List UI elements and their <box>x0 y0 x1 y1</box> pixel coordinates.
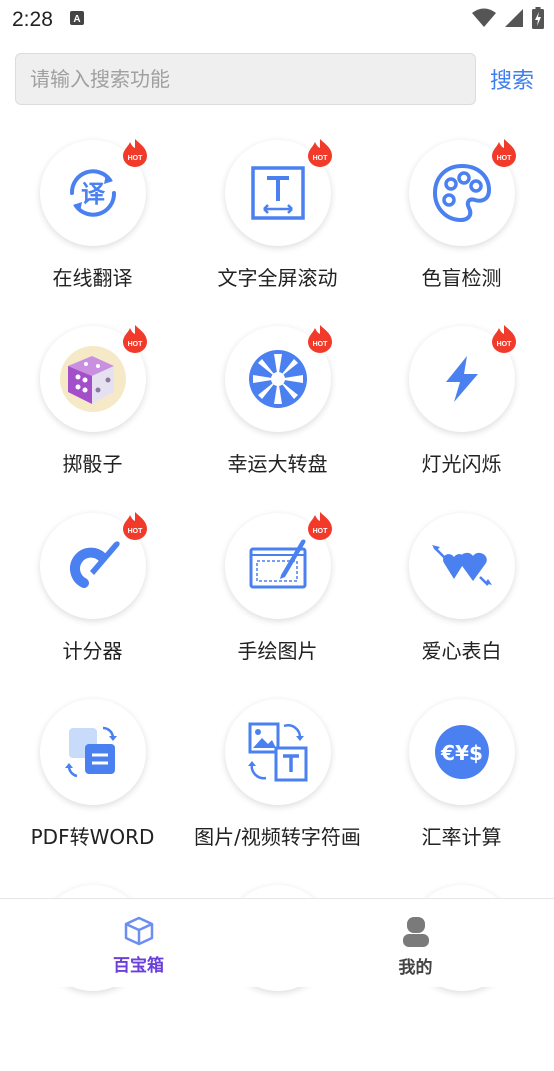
currency-icon: €¥$ <box>434 725 489 779</box>
hot-badge-icon: HOT <box>122 325 147 353</box>
tool-label: 幸运大转盘 <box>227 452 328 476</box>
tool-label: 汇率计算 <box>421 825 502 849</box>
tool-icon-circle: HOT <box>408 325 516 432</box>
svg-text:HOT: HOT <box>127 528 143 535</box>
svg-text:HOT: HOT <box>127 155 143 162</box>
tool-label: 色盲检测 <box>421 266 502 290</box>
keyboard-a-icon: A <box>69 10 85 30</box>
svg-text:HOT: HOT <box>312 341 328 348</box>
tool-item-lucky-wheel[interactable]: HOT 幸运大转盘 <box>185 325 370 512</box>
tool-label: 图片/视频转字符画 <box>194 825 361 849</box>
hot-badge-icon: HOT <box>307 325 332 353</box>
tool-icon-circle: HOT <box>39 325 147 432</box>
translate-icon: 译 <box>69 169 116 217</box>
tool-item-image-to-text-art[interactable]: 图片/视频转字符画 <box>185 699 370 885</box>
tool-item-translate[interactable]: 译 HOT 在线翻译 <box>0 139 185 326</box>
tool-icon-circle: €¥$ <box>408 699 515 805</box>
svg-text:译: 译 <box>81 180 106 208</box>
status-time: 2:28 <box>12 8 53 31</box>
bottom-tab-bar: 百宝箱 我的 <box>0 898 554 987</box>
tool-icon-circle <box>408 513 515 619</box>
tool-label: 在线翻译 <box>52 266 133 290</box>
tool-icon-circle <box>224 699 331 805</box>
tool-label: 爱心表白 <box>421 639 502 663</box>
text-scroll-icon <box>250 166 305 220</box>
hearts-icon <box>431 545 492 586</box>
tab-label: 百宝箱 <box>113 956 164 976</box>
drawing-tablet-icon <box>249 539 306 589</box>
search-input[interactable] <box>15 53 476 105</box>
hot-badge-icon: HOT <box>122 512 147 540</box>
hot-badge-icon: HOT <box>122 139 147 167</box>
tool-icon-circle: HOT <box>224 139 332 246</box>
tool-label: 文字全屏滚动 <box>217 266 338 290</box>
svg-text:HOT: HOT <box>127 341 143 348</box>
cube-icon <box>124 916 153 946</box>
tool-item-heart-confession[interactable]: 爱心表白 <box>369 513 554 699</box>
tool-label: 计分器 <box>62 639 123 663</box>
tool-icon-circle: HOT <box>408 139 516 246</box>
svg-text:HOT: HOT <box>312 528 328 535</box>
hot-badge-icon: HOT <box>307 512 332 540</box>
tool-item-light-flash[interactable]: HOT 灯光闪烁 <box>369 325 554 512</box>
tool-icon-circle: HOT <box>224 325 332 432</box>
tool-icon-circle: HOT <box>39 512 147 619</box>
tab-mine[interactable]: 我的 <box>277 899 554 987</box>
search-button[interactable]: 搜索 <box>490 63 534 95</box>
svg-text:HOT: HOT <box>312 155 328 162</box>
svg-text:HOT: HOT <box>496 155 512 162</box>
hot-badge-icon: HOT <box>491 325 516 353</box>
tool-label: 掷骰子 <box>62 452 123 476</box>
svg-text:HOT: HOT <box>496 341 512 348</box>
person-icon <box>402 917 429 947</box>
wifi-icon <box>472 8 496 32</box>
image-to-text-icon <box>247 722 307 782</box>
tool-item-score-counter[interactable]: HOT 计分器 <box>0 512 185 699</box>
tool-item-currency-calculator[interactable]: €¥$ 汇率计算 <box>369 699 554 885</box>
tool-label: PDF转WORD <box>30 825 155 849</box>
svg-text:A: A <box>73 14 80 25</box>
tool-icon-circle: HOT <box>224 512 332 619</box>
tool-label: 手绘图片 <box>237 639 318 663</box>
dice-icon <box>59 346 126 412</box>
tool-label: 灯光闪烁 <box>421 452 502 476</box>
tool-item-color-blind-test[interactable]: HOT 色盲检测 <box>369 139 554 326</box>
lightning-icon <box>445 356 478 402</box>
tab-label: 我的 <box>398 958 433 978</box>
wheel-icon <box>248 350 307 408</box>
tool-item-pdf-to-word[interactable]: PDF转WORD <box>0 699 185 885</box>
pdf-to-word-icon <box>64 726 117 778</box>
signal-icon <box>504 8 524 32</box>
search-row: 搜索 <box>15 53 545 105</box>
battery-charging-icon <box>532 7 544 33</box>
svg-text:€¥$: €¥$ <box>440 741 483 765</box>
tab-toolbox[interactable]: 百宝箱 <box>0 899 277 987</box>
tool-item-text-scroll[interactable]: HOT 文字全屏滚动 <box>185 139 370 326</box>
hot-badge-icon: HOT <box>307 139 332 167</box>
counter-icon <box>69 541 120 588</box>
hot-badge-icon: HOT <box>491 139 516 167</box>
status-bar: 2:28 A <box>0 0 554 40</box>
tool-icon-circle: 译 HOT <box>39 139 147 246</box>
tool-item-hand-drawing[interactable]: HOT 手绘图片 <box>185 512 370 699</box>
tool-item-dice[interactable]: HOT 掷骰子 <box>0 325 185 512</box>
palette-icon <box>432 163 491 223</box>
tool-icon-circle <box>39 699 146 805</box>
